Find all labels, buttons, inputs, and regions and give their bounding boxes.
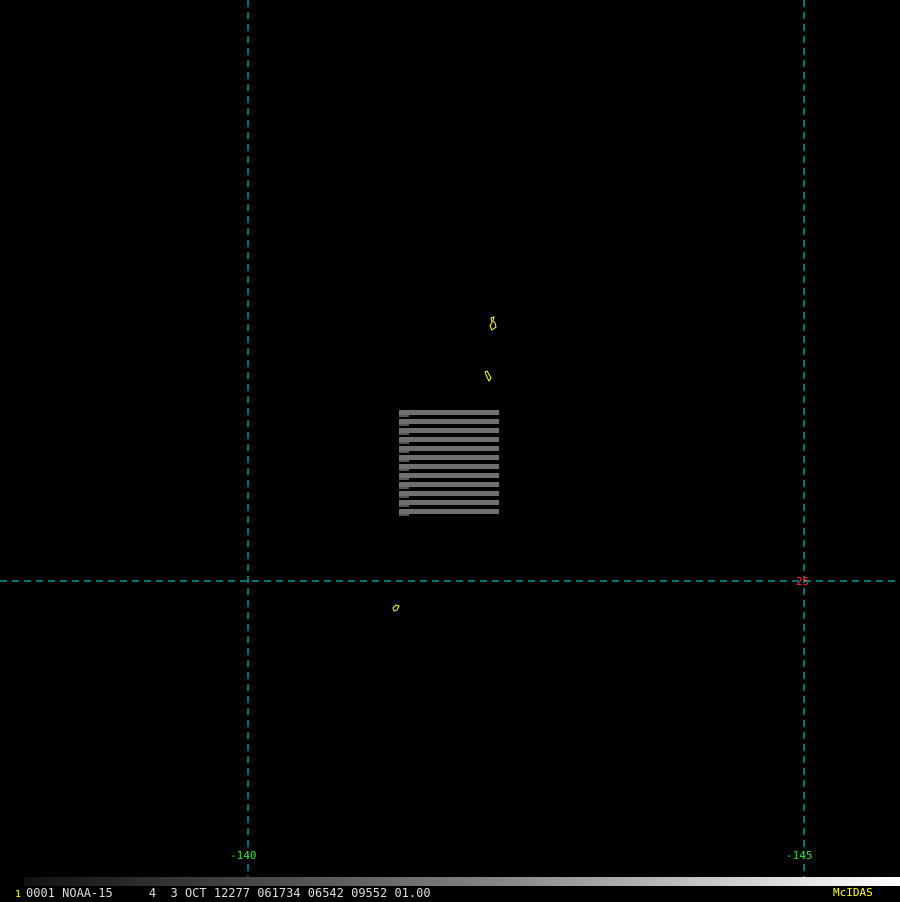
data-scanline-edge bbox=[399, 415, 409, 417]
data-scanline bbox=[399, 509, 499, 514]
data-scanline bbox=[399, 410, 499, 415]
data-scanline bbox=[399, 446, 499, 451]
data-scanline bbox=[399, 473, 499, 478]
data-scanline-edge bbox=[399, 505, 409, 507]
data-scanline bbox=[399, 455, 499, 460]
data-scanline-edge bbox=[399, 424, 409, 426]
data-scanline-edge bbox=[399, 478, 409, 480]
longitude-label: -145 bbox=[786, 849, 813, 862]
data-scanline-edge bbox=[399, 442, 409, 444]
data-scanline-edge bbox=[399, 469, 409, 471]
frame-info-text: 0001 NOAA-15 4 3 OCT 12277 061734 06542 … bbox=[26, 886, 431, 900]
longitude-label: -140 bbox=[230, 849, 257, 862]
data-scanline-edge bbox=[399, 460, 409, 462]
latitude-label: 25 bbox=[796, 575, 809, 588]
data-scanline-edge bbox=[399, 487, 409, 489]
data-scanline bbox=[399, 482, 499, 487]
data-scanline-edge bbox=[399, 514, 409, 516]
data-scanline-edge bbox=[399, 433, 409, 435]
data-scanline bbox=[399, 464, 499, 469]
data-scanline-edge bbox=[399, 451, 409, 453]
satellite-map[interactable]: -140 -145 25 bbox=[0, 0, 900, 900]
data-scanline bbox=[399, 428, 499, 433]
data-scanline bbox=[399, 500, 499, 505]
mcidas-brand: McIDAS bbox=[833, 886, 873, 899]
data-scanline bbox=[399, 491, 499, 496]
data-scanline-edge bbox=[399, 496, 409, 498]
data-scanline bbox=[399, 419, 499, 424]
data-scanline bbox=[399, 437, 499, 442]
